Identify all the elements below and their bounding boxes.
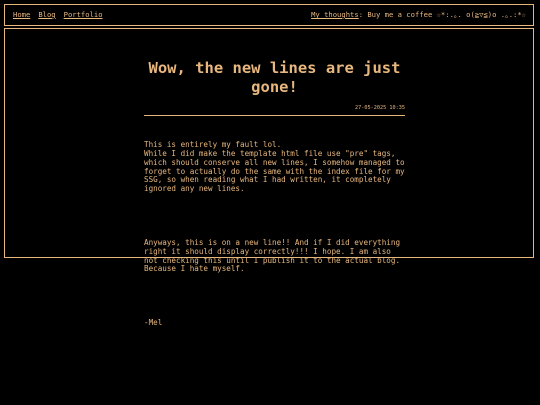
nav-home-link[interactable]: Home (13, 10, 30, 19)
thoughts-text: : Buy me a coffee ☆*:.｡. o(≧▽≦)o .｡.:*☆ (358, 10, 526, 19)
nav-portfolio-link[interactable]: Portfolio (64, 10, 103, 19)
title-divider (144, 115, 405, 116)
post-date: 27-05-2025 10:35 (355, 105, 405, 111)
main-panel: Wow, the new lines are just gone! 27-05-… (4, 28, 534, 327)
nav-blog-link[interactable]: Blog (38, 10, 55, 19)
post-body: This is entirely my fault lol. While I d… (144, 123, 405, 346)
blog-post: Wow, the new lines are just gone! 27-05-… (144, 59, 405, 346)
top-bar: Home Blog Portfolio My thoughts: Buy me … (4, 4, 534, 26)
post-title: Wow, the new lines are just gone! (148, 59, 401, 96)
post-paragraph: Anyways, this is on a new line!! And if … (144, 237, 401, 274)
my-thoughts-link[interactable]: My thoughts (311, 10, 359, 19)
post-signature: -Mel (144, 317, 163, 327)
nav-menu: Home Blog Portfolio (13, 10, 103, 19)
post-paragraph: This is entirely my fault lol. While I d… (144, 139, 405, 194)
thoughts-banner: My thoughts: Buy me a coffee ☆*:.｡. o(≧▽… (311, 10, 526, 20)
